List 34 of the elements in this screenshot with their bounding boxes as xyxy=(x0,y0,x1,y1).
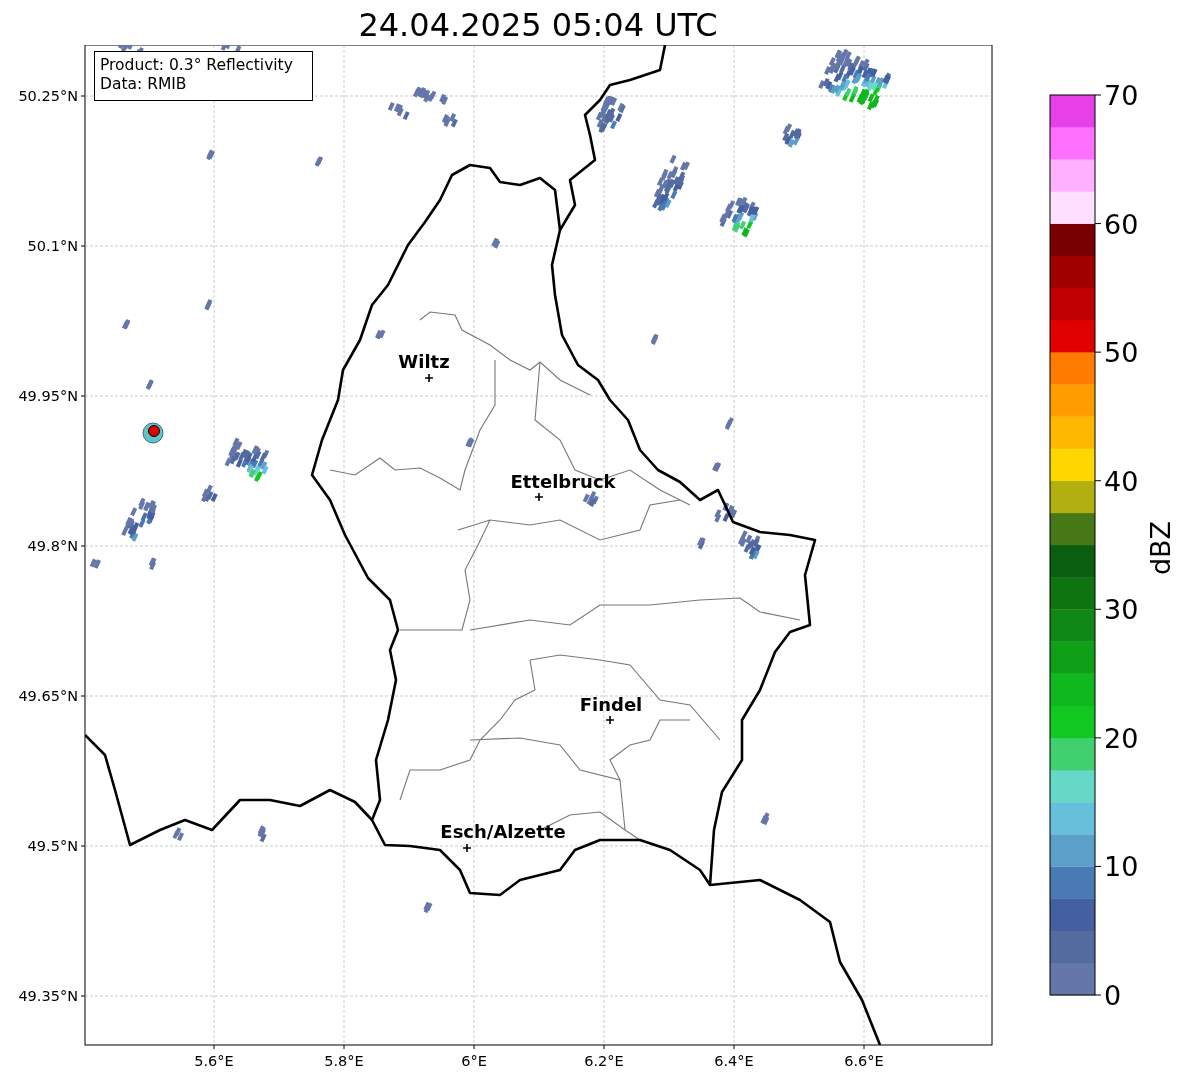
city-label: Esch/Alzette xyxy=(440,821,566,842)
colorbar-tick-label: 50 xyxy=(1104,337,1139,369)
latitude-label: 49.65°N xyxy=(18,688,78,704)
colorbar-tick-label: 10 xyxy=(1104,851,1139,883)
longitude-label: 6°E xyxy=(461,1053,487,1069)
city-marker-icon xyxy=(605,715,615,725)
latitude-label: 49.95°N xyxy=(18,388,78,404)
colorbar-tick-label: 40 xyxy=(1104,465,1139,497)
latitude-label: 49.8°N xyxy=(27,538,78,554)
info-text: Product: 0.3° Reflectivity xyxy=(100,56,293,74)
chart-title: 24.04.2025 05:04 UTC xyxy=(357,5,719,45)
city-marker-icon xyxy=(424,373,434,383)
colorbar-label: dBZ xyxy=(1145,520,1176,576)
colorbar-tick-label: 0 xyxy=(1104,980,1122,1011)
latitude-label: 49.35°N xyxy=(18,988,78,1004)
colorbar-tick-label: 60 xyxy=(1104,208,1139,240)
radar-site-icon xyxy=(142,422,164,444)
colorbar-tick-label: 20 xyxy=(1104,722,1139,754)
latitude-label: 50.1°N xyxy=(27,238,78,254)
latitude-label: 50.25°N xyxy=(18,88,78,104)
latitude-label: 49.5°N xyxy=(27,838,78,854)
info-text: Data: RMIB xyxy=(100,75,187,93)
longitude-label: 6.4°E xyxy=(714,1053,754,1069)
colorbar-tick-label: 30 xyxy=(1104,594,1139,626)
colorbar-tick-label: 70 xyxy=(1104,80,1139,111)
city-marker-icon xyxy=(534,492,544,502)
city-label: Wiltz xyxy=(398,351,450,372)
longitude-label: 6.6°E xyxy=(844,1053,884,1069)
city-marker-icon xyxy=(462,843,472,853)
longitude-label: 5.6°E xyxy=(194,1053,234,1069)
longitude-label: 6.2°E xyxy=(584,1053,624,1069)
longitude-label: 5.8°E xyxy=(324,1053,364,1069)
city-label: Findel xyxy=(579,694,643,715)
city-label: Ettelbruck xyxy=(510,471,616,492)
